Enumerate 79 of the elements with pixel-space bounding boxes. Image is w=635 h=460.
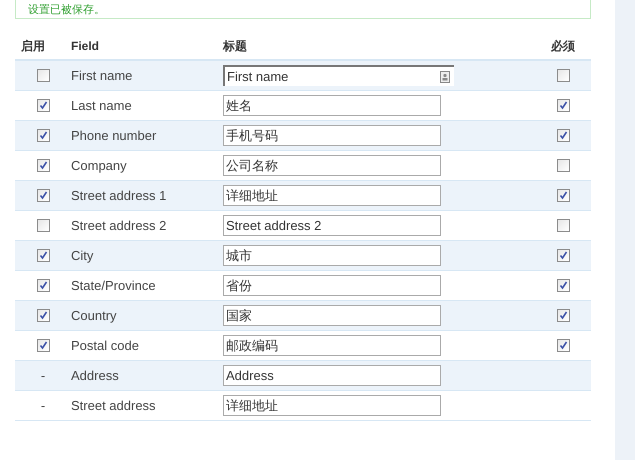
check-icon bbox=[558, 101, 568, 110]
checkbox[interactable] bbox=[556, 219, 570, 232]
checkbox[interactable] bbox=[556, 189, 570, 202]
checkbox[interactable] bbox=[36, 129, 50, 142]
field-name: State/Province bbox=[71, 276, 157, 295]
check-icon bbox=[38, 191, 48, 200]
checkbox[interactable] bbox=[36, 279, 50, 292]
checkbox[interactable] bbox=[36, 99, 50, 112]
checkbox[interactable] bbox=[556, 69, 570, 82]
column-header: 启用 bbox=[20, 38, 46, 55]
title-input[interactable]: 省份 bbox=[223, 275, 441, 296]
field-name: Postal code bbox=[71, 336, 140, 355]
input-value: 国家 bbox=[226, 306, 252, 325]
title-input[interactable]: 姓名 bbox=[223, 95, 441, 116]
checkbox[interactable] bbox=[36, 69, 50, 82]
check-icon bbox=[38, 101, 48, 110]
column-header: 必须 bbox=[551, 38, 575, 55]
column-header: 标题 bbox=[223, 38, 248, 55]
title-input[interactable]: 详细地址 bbox=[223, 185, 441, 206]
checkbox[interactable] bbox=[556, 279, 570, 292]
check-icon bbox=[558, 131, 568, 140]
input-value: Address bbox=[226, 366, 274, 385]
field-name: Street address bbox=[71, 396, 157, 415]
checkbox[interactable] bbox=[36, 219, 50, 232]
checkbox[interactable] bbox=[36, 339, 50, 352]
check-icon bbox=[38, 281, 48, 290]
checkbox[interactable] bbox=[556, 309, 570, 322]
field-name: Country bbox=[71, 306, 118, 325]
input-value: 详细地址 bbox=[226, 396, 278, 415]
checkbox[interactable] bbox=[36, 159, 50, 172]
check-icon bbox=[38, 311, 48, 320]
check-icon bbox=[558, 281, 568, 290]
checkbox[interactable] bbox=[556, 249, 570, 262]
title-input[interactable]: 城市 bbox=[223, 245, 441, 266]
field-name: City bbox=[71, 246, 94, 265]
check-icon bbox=[558, 191, 568, 200]
title-input[interactable]: 手机号码 bbox=[223, 125, 441, 146]
field-name: First name bbox=[71, 66, 134, 85]
checkbox[interactable] bbox=[36, 309, 50, 322]
contact-card-icon bbox=[440, 70, 450, 82]
checkbox[interactable] bbox=[556, 159, 570, 172]
column-header: Field bbox=[71, 38, 100, 55]
field-name: Company bbox=[71, 156, 128, 175]
field-name: Street address 2 bbox=[71, 216, 168, 235]
notice-text: 设置已被保存。 bbox=[28, 3, 105, 18]
input-value: 省份 bbox=[226, 276, 252, 295]
title-input[interactable]: Street address 2 bbox=[223, 215, 441, 236]
input-value: Street address 2 bbox=[226, 216, 322, 235]
title-input[interactable]: Address bbox=[223, 365, 441, 386]
title-input[interactable]: 详细地址 bbox=[223, 395, 441, 416]
input-value: 城市 bbox=[226, 246, 252, 265]
title-input[interactable]: 公司名称 bbox=[223, 155, 441, 176]
check-icon bbox=[558, 311, 568, 320]
check-icon bbox=[558, 251, 568, 260]
field-name: Street address 1 bbox=[71, 186, 168, 205]
field-name: Phone number bbox=[71, 126, 158, 145]
check-icon bbox=[38, 131, 48, 140]
input-value: First name bbox=[227, 68, 288, 86]
field-name: Address bbox=[71, 366, 120, 385]
dash-text: - bbox=[40, 396, 46, 415]
check-icon bbox=[38, 341, 48, 350]
input-value: 姓名 bbox=[226, 96, 252, 115]
input-value: 详细地址 bbox=[226, 186, 278, 205]
checkbox[interactable] bbox=[556, 129, 570, 142]
check-icon bbox=[38, 251, 48, 260]
dash-text: - bbox=[40, 366, 46, 385]
input-value: 手机号码 bbox=[226, 126, 278, 145]
checkbox[interactable] bbox=[36, 189, 50, 202]
input-value: 邮政编码 bbox=[226, 336, 278, 355]
checkbox[interactable] bbox=[36, 249, 50, 262]
check-icon bbox=[38, 161, 48, 170]
title-input[interactable]: 国家 bbox=[223, 305, 441, 326]
input-value: 公司名称 bbox=[226, 156, 278, 175]
field-name: Last name bbox=[71, 96, 133, 115]
check-icon bbox=[558, 341, 568, 350]
checkbox[interactable] bbox=[556, 339, 570, 352]
title-input[interactable]: 邮政编码 bbox=[223, 335, 441, 356]
title-input[interactable]: First name bbox=[223, 65, 454, 86]
checkbox[interactable] bbox=[556, 99, 570, 112]
